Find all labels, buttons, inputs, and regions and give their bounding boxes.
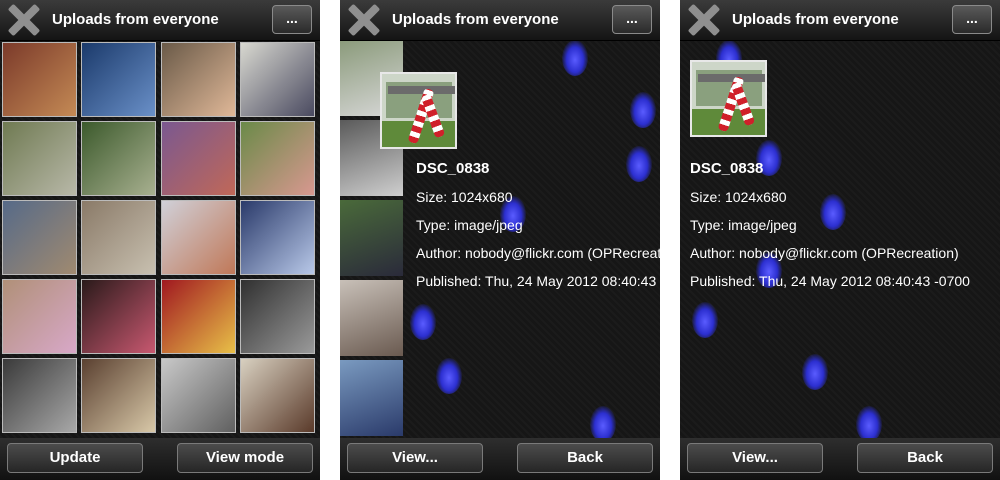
photo-thumbnail[interactable] [2, 279, 77, 354]
close-x-icon[interactable] [348, 4, 380, 36]
bottom-bar: View... Back [340, 438, 660, 480]
photo-thumbnail[interactable] [240, 121, 315, 196]
top-bar: Uploads from everyone ... [0, 0, 320, 41]
strip-thumbnail[interactable] [340, 200, 403, 276]
photo-file-name: DSC_0838 [690, 160, 764, 177]
photo-thumbnail[interactable] [81, 121, 156, 196]
photo-thumbnail[interactable] [240, 279, 315, 354]
strip-thumbnail[interactable] [340, 360, 403, 436]
photo-thumbnail[interactable] [81, 358, 156, 433]
detail-screen: DSC_0838 Size: 1024x680 Type: image/jpeg… [680, 0, 1000, 480]
photo-thumbnail[interactable] [81, 279, 156, 354]
photo-thumbnail[interactable] [161, 200, 236, 275]
top-bar: Uploads from everyone ... [340, 0, 660, 41]
wallpaper-blob [436, 358, 462, 394]
photo-author: Author: nobody@flickr.com (OPRecreation) [690, 245, 959, 261]
photo-published: Published: Thu, 24 May 2012 08:40:43 -07… [690, 273, 970, 289]
photo-thumbnail[interactable] [161, 279, 236, 354]
photo-thumbnail[interactable] [2, 200, 77, 275]
view-mode-button[interactable]: View mode [177, 443, 313, 473]
wallpaper-blob [630, 92, 656, 128]
photo-thumbnail[interactable] [2, 358, 77, 433]
update-button[interactable]: Update [7, 443, 143, 473]
photo-thumbnail[interactable] [161, 358, 236, 433]
photo-thumbnail[interactable] [2, 121, 77, 196]
photo-thumbnail[interactable] [240, 42, 315, 117]
screen-title: Uploads from everyone [392, 11, 559, 28]
more-options-button[interactable]: ... [272, 5, 312, 34]
wallpaper-blob [856, 406, 882, 442]
selected-photo[interactable] [380, 72, 457, 149]
wallpaper-blob [410, 304, 436, 340]
photo-thumbnail[interactable] [81, 42, 156, 117]
bottom-bar: View... Back [680, 438, 1000, 480]
view-button[interactable]: View... [347, 443, 483, 473]
wallpaper-blob [562, 40, 588, 76]
photo-thumbnail[interactable] [240, 200, 315, 275]
grid-view-screen: Uploads from everyone ... Update View mo… [0, 0, 320, 480]
photo-author: Author: nobody@flickr.com (OPRecreation) [416, 245, 660, 261]
photo-thumbnail[interactable] [2, 42, 77, 117]
strip-thumbnail[interactable] [340, 280, 403, 356]
photo-thumbnail[interactable] [161, 121, 236, 196]
photo-type: Type: image/jpeg [690, 217, 797, 233]
back-button[interactable]: Back [517, 443, 653, 473]
wallpaper-blob [692, 302, 718, 338]
bottom-bar: Update View mode [0, 438, 320, 480]
selected-photo[interactable] [690, 60, 767, 137]
photo-type: Type: image/jpeg [416, 217, 523, 233]
wallpaper-blob [626, 146, 652, 182]
detail-transition-screen: DSC_0838 Size: 1024x680 Type: image/jpeg… [340, 0, 660, 480]
wallpaper-blob [802, 354, 828, 390]
photo-size: Size: 1024x680 [690, 189, 787, 205]
back-button[interactable]: Back [857, 443, 993, 473]
photo-file-name: DSC_0838 [416, 160, 490, 177]
more-options-button[interactable]: ... [612, 5, 652, 34]
wallpaper-blob [820, 194, 846, 230]
photo-size: Size: 1024x680 [416, 189, 513, 205]
photo-thumbnail[interactable] [240, 358, 315, 433]
screen-title: Uploads from everyone [52, 11, 219, 28]
close-x-icon[interactable] [688, 4, 720, 36]
photo-published: Published: Thu, 24 May 2012 08:40:43 -07… [416, 273, 660, 289]
photo-thumbnail[interactable] [161, 42, 236, 117]
close-x-icon[interactable] [8, 4, 40, 36]
view-button[interactable]: View... [687, 443, 823, 473]
screen-title: Uploads from everyone [732, 11, 899, 28]
top-bar: Uploads from everyone ... [680, 0, 1000, 41]
photo-thumbnail[interactable] [81, 200, 156, 275]
wallpaper-blob [590, 406, 616, 442]
more-options-button[interactable]: ... [952, 5, 992, 34]
